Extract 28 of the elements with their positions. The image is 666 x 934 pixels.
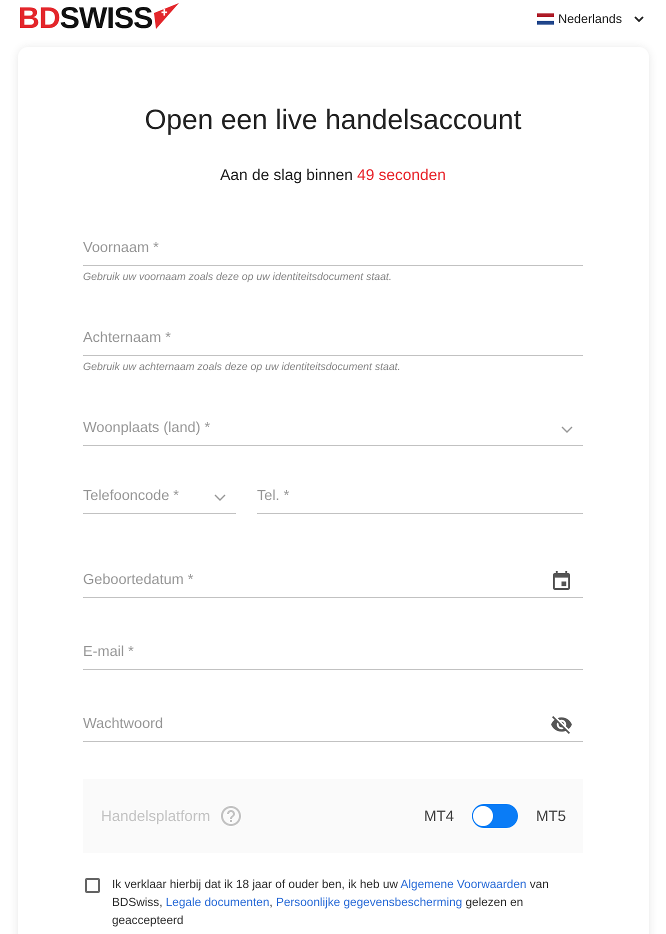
logo-pennant-icon bbox=[153, 3, 180, 29]
dropdown-field[interactable]: Woonplaats (land) * bbox=[83, 414, 583, 446]
terms-link[interactable]: Algemene Voorwaarden bbox=[400, 877, 526, 891]
language-selector[interactable]: Nederlands bbox=[537, 12, 644, 26]
checkbox[interactable] bbox=[85, 878, 100, 893]
dropdown-field[interactable]: Telefooncode * bbox=[83, 482, 236, 514]
input-field[interactable]: Achternaam * bbox=[83, 324, 583, 356]
platform-switch[interactable] bbox=[472, 804, 518, 828]
calendar-icon[interactable] bbox=[553, 571, 570, 590]
brand-logo: BDSWISS bbox=[18, 5, 152, 33]
eye-slash-icon[interactable] bbox=[551, 716, 572, 734]
consent-text: Ik verklaar hierbij dat ik 18 jaar of ouder ben, ik heb uw Algemene Voorwaarden van BDSwiss, Legale documenten, Persoonlijke gegevensbescherming gelezen en geaccepteerd bbox=[112, 876, 550, 929]
chevron-down-icon bbox=[214, 494, 226, 501]
input-field[interactable]: Voornaam * bbox=[83, 234, 583, 266]
terms-link[interactable]: Persoonlijke gegevensbescherming bbox=[276, 895, 462, 909]
platform-option[interactable]: MT5 bbox=[536, 808, 566, 824]
input-field[interactable]: Tel. * bbox=[257, 482, 583, 514]
chevron-down-icon bbox=[561, 426, 573, 433]
form-title: Open een live handelsaccount bbox=[144, 103, 522, 137]
chevron-down-icon bbox=[634, 16, 644, 22]
flag-icon bbox=[537, 13, 554, 25]
helper-text: Gebruik uw achternaam zoals deze op uw identiteitsdocument staat. bbox=[83, 360, 402, 374]
form-subtitle: Aan de slag binnen 49 seconden bbox=[219, 166, 447, 186]
platform-option[interactable]: MT4 bbox=[424, 808, 454, 824]
terms-link[interactable]: Legale documenten bbox=[166, 895, 270, 909]
switch-thumb[interactable] bbox=[472, 805, 494, 827]
input-field[interactable]: E-mail * bbox=[83, 638, 583, 670]
helper-text: Gebruik uw voornaam zoals deze op uw identiteitsdocument staat. bbox=[83, 270, 393, 284]
